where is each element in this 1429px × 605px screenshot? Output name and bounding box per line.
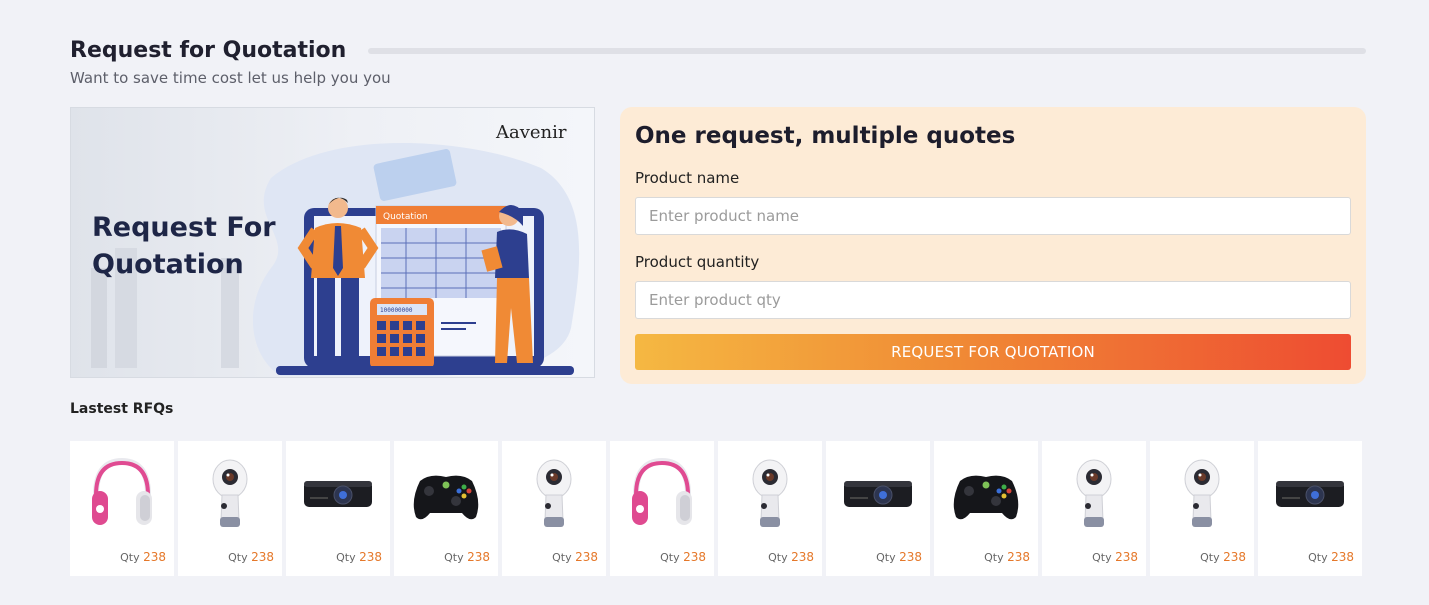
headphones-pink-icon (632, 457, 692, 525)
qty-value: 238 (575, 550, 598, 564)
projector-icon (1276, 481, 1344, 507)
rfq-item-card[interactable]: Qty 238 (394, 441, 498, 576)
qty-label: Qty (984, 551, 1004, 564)
rfq-item-qty: Qty 238 (768, 550, 814, 564)
headphones-pink-icon (92, 457, 152, 525)
product-name-label: Product name (635, 169, 740, 187)
qty-value: 238 (899, 550, 922, 564)
rfq-item-card[interactable]: Qty 238 (718, 441, 822, 576)
qty-value: 238 (791, 550, 814, 564)
qty-label: Qty (768, 551, 788, 564)
latest-rfqs-list: Qty 238 Qty 238 Qty 238 Qty 238 Qty 238 … (70, 441, 1362, 576)
rfq-item-card[interactable]: Qty 238 (1258, 441, 1362, 576)
product-qty-label: Product quantity (635, 253, 760, 271)
rfq-item-qty: Qty 238 (228, 550, 274, 564)
camera-360-icon (752, 459, 788, 527)
qty-value: 238 (1331, 550, 1354, 564)
qty-label: Qty (1092, 551, 1112, 564)
camera-360-icon (536, 459, 572, 527)
qty-value: 238 (1223, 550, 1246, 564)
qty-label: Qty (660, 551, 680, 564)
page-title: Request for Quotation (70, 38, 347, 63)
product-name-input[interactable] (635, 197, 1351, 235)
brand-logo: Aavenir (496, 122, 567, 143)
rfq-item-card[interactable]: Qty 238 (70, 441, 174, 576)
request-quotation-button[interactable]: REQUEST FOR QUOTATION (635, 334, 1351, 370)
qty-label: Qty (228, 551, 248, 564)
rfq-item-qty: Qty 238 (876, 550, 922, 564)
title-divider (368, 47, 1366, 54)
rfq-item-qty: Qty 238 (1200, 550, 1246, 564)
qty-value: 238 (143, 550, 166, 564)
qty-label: Qty (336, 551, 356, 564)
rfq-item-card[interactable]: Qty 238 (934, 441, 1038, 576)
camera-360-icon (1184, 459, 1220, 527)
calc-display-text: 100000000 (380, 307, 413, 314)
rfq-item-qty: Qty 238 (984, 550, 1030, 564)
qty-value: 238 (683, 550, 706, 564)
qty-value: 238 (467, 550, 490, 564)
rfq-item-card[interactable]: Qty 238 (610, 441, 714, 576)
gamepad-icon (953, 475, 1019, 520)
next-section-header (70, 595, 210, 605)
doc-label-text: Quotation (383, 212, 428, 222)
qty-label: Qty (876, 551, 896, 564)
qty-label: Qty (1200, 551, 1220, 564)
banner-heading: Request For Quotation (92, 209, 276, 283)
rfq-form-card: One request, multiple quotes Product nam… (620, 107, 1366, 384)
rfq-item-card[interactable]: Qty 238 (286, 441, 390, 576)
gamepad-icon (413, 475, 479, 520)
form-title: One request, multiple quotes (635, 123, 1016, 149)
rfq-item-card[interactable]: Qty 238 (502, 441, 606, 576)
rfq-item-card[interactable]: Qty 238 (826, 441, 930, 576)
rfq-item-qty: Qty 238 (660, 550, 706, 564)
camera-360-icon (1076, 459, 1112, 527)
rfq-section-header: Request for Quotation Want to save time … (70, 38, 1366, 87)
latest-rfqs-label: Lastest RFQs (70, 401, 174, 417)
rfq-item-qty: Qty 238 (552, 550, 598, 564)
qty-value: 238 (1007, 550, 1030, 564)
rfq-item-card[interactable]: Qty 238 (1042, 441, 1146, 576)
qty-label: Qty (552, 551, 572, 564)
product-qty-input[interactable] (635, 281, 1351, 319)
banner-heading-line2: Quotation (92, 249, 244, 280)
camera-360-icon (212, 459, 248, 527)
rfq-item-qty: Qty 238 (336, 550, 382, 564)
rfq-item-qty: Qty 238 (120, 550, 166, 564)
rfq-banner-image: Quotation 100000000 Request For Quotatio… (70, 107, 595, 378)
projector-icon (304, 481, 372, 507)
title-row: Request for Quotation (70, 38, 1366, 63)
banner-heading-line1: Request For (92, 212, 276, 243)
qty-label: Qty (120, 551, 140, 564)
rfq-item-card[interactable]: Qty 238 (1150, 441, 1254, 576)
rfq-item-qty: Qty 238 (1308, 550, 1354, 564)
rfq-item-qty: Qty 238 (444, 550, 490, 564)
qty-value: 238 (1115, 550, 1138, 564)
qty-label: Qty (444, 551, 464, 564)
qty-label: Qty (1308, 551, 1328, 564)
rfq-item-qty: Qty 238 (1092, 550, 1138, 564)
page-subtitle: Want to save time cost let us help you y… (70, 69, 391, 87)
projector-icon (844, 481, 912, 507)
rfq-item-card[interactable]: Qty 238 (178, 441, 282, 576)
qty-value: 238 (251, 550, 274, 564)
qty-value: 238 (359, 550, 382, 564)
